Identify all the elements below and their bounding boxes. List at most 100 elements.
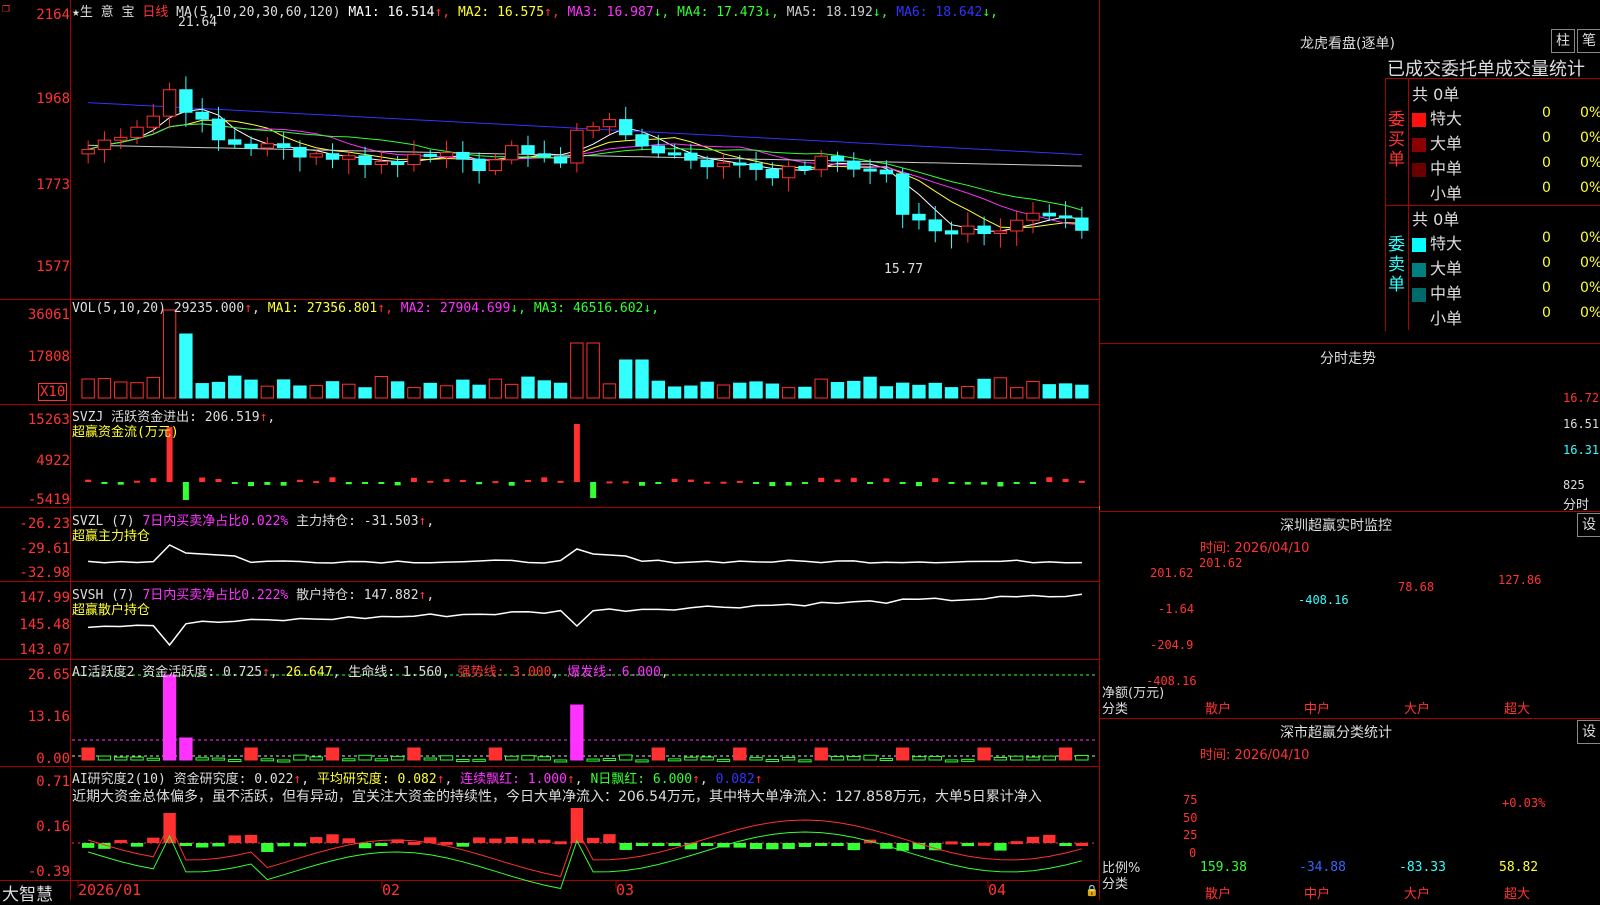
svzj-subtitle: 超赢资金流(万元) — [72, 425, 179, 440]
sell-row-count: 0 — [1542, 280, 1551, 296]
activity-bar — [456, 759, 470, 763]
money-flow-bar — [410, 477, 417, 482]
volume-bar — [733, 382, 747, 399]
price-y-label: 2164 — [36, 7, 70, 23]
candle-body — [456, 151, 470, 160]
activity-bar — [162, 674, 177, 761]
sz-monitor-settings-button[interactable]: 设 — [1577, 513, 1600, 537]
sz-classify-category-label: 分类 — [1102, 877, 1129, 892]
volume-bar — [1042, 384, 1056, 399]
ma-legend-item: MA4: 17.473 — [677, 5, 764, 20]
volume-bar — [244, 379, 258, 399]
ma-line — [87, 119, 1082, 229]
volume-bar — [635, 359, 649, 399]
research-bar — [847, 843, 860, 851]
money-flow-bar — [932, 478, 939, 482]
intraday-vol-label: 825 — [1563, 478, 1585, 492]
research-bar — [342, 838, 355, 843]
candle-body — [651, 145, 665, 154]
money-flow-bar — [671, 478, 678, 482]
money-flow-bar — [199, 477, 206, 482]
sz-classify-value: 58.82 — [1499, 860, 1539, 875]
research-bar — [994, 843, 1007, 851]
ma-legend-item: MA1: 16.514 — [348, 5, 435, 20]
buy-row-swatch — [1412, 137, 1426, 152]
volume-bar — [423, 382, 437, 399]
buy-row-pct: 0% — [1580, 105, 1600, 121]
sz-classify-settings-button[interactable]: 设 — [1577, 720, 1600, 744]
research-bar — [635, 843, 649, 846]
money-flow-bar — [785, 482, 792, 486]
volume-bar — [684, 385, 698, 399]
money-flow-bar — [1078, 480, 1085, 483]
tab-column[interactable]: 柱 — [1551, 29, 1575, 53]
buy-row-swatch — [1412, 187, 1426, 202]
svzj-y-label: 4922 — [36, 453, 70, 469]
tab-stroke[interactable]: 笔 — [1577, 29, 1600, 53]
volume-bar — [586, 342, 600, 399]
x-axis-label: 04 — [988, 881, 1007, 899]
period-label[interactable]: 日线 — [142, 5, 168, 20]
candle-body — [260, 143, 275, 149]
money-flow-bar — [508, 482, 515, 486]
buy-row-name: 小单 — [1430, 184, 1463, 203]
lock-icon[interactable]: 🔒 — [1085, 884, 1099, 897]
activity-bar — [146, 757, 160, 761]
activity-bar — [472, 758, 486, 762]
research-bar — [700, 843, 714, 846]
volume-bar — [928, 382, 942, 399]
buy-row-name: 中单 — [1430, 159, 1463, 178]
ai-research-avg: 平均研究度: 0.082 — [316, 772, 437, 787]
money-flow-bar — [394, 482, 401, 486]
money-flow-bar — [850, 477, 857, 482]
money-flow-bar — [1046, 477, 1053, 482]
ma-legend-item: MA3: 16.987 — [567, 5, 654, 20]
price-y-label: 1577 — [36, 259, 70, 275]
buy-row-count: 0 — [1542, 130, 1551, 146]
money-flow-bar — [590, 482, 597, 498]
svsh-subtitle: 超赢散户持仓 — [72, 603, 151, 618]
sell-row: 中单 0 0% — [1412, 280, 1600, 304]
research-bar — [961, 843, 975, 847]
volume-bar — [228, 375, 242, 399]
research-bar — [293, 843, 307, 847]
volume-y-label: 17808 — [27, 349, 70, 365]
money-flow-bar — [264, 482, 271, 485]
candle-body — [228, 139, 242, 145]
research-bar — [505, 836, 518, 843]
activity-bar — [847, 756, 861, 761]
sz-monitor-bar-value: 201.62 — [1199, 556, 1243, 570]
research-bar — [130, 843, 144, 847]
volume-bar — [81, 378, 95, 399]
kline-chart[interactable] — [0, 0, 1100, 900]
volume-unit-label: X10 — [38, 383, 68, 401]
activity-bar — [895, 747, 910, 761]
volume-bar — [765, 383, 780, 399]
sz-classify-category: 大户 — [1404, 887, 1431, 902]
candle-body — [830, 155, 845, 162]
research-bar — [831, 843, 844, 846]
activity-bar — [488, 747, 503, 761]
candle-body — [716, 162, 731, 168]
sell-row-pct: 0% — [1580, 305, 1600, 321]
ai-active-strong: 强势线: 3.000 — [457, 665, 552, 680]
ma-legend-items: MA1: 16.514↑, MA2: 16.575↑, MA3: 16.987↓… — [348, 5, 998, 20]
research-bar — [815, 843, 828, 846]
candle-body — [537, 153, 551, 158]
candle-body — [521, 145, 535, 155]
activity-bar — [830, 755, 845, 761]
activity-bar — [374, 758, 389, 762]
activity-bar — [293, 754, 307, 761]
activity-bar — [733, 747, 747, 761]
stock-name[interactable]: ★生 意 宝 — [72, 5, 134, 20]
research-bar — [586, 837, 600, 843]
x-axis-label: 03 — [616, 881, 635, 899]
volume-ma-legend-item: MA2: 27904.699 — [400, 301, 511, 316]
sell-group-text: 委卖单 — [1388, 235, 1405, 295]
money-flow-bar — [231, 482, 238, 484]
volume-bar — [195, 383, 209, 399]
volume-bar — [814, 378, 828, 399]
svsh-value: 散户持仓: 147.882 — [296, 588, 419, 603]
activity-bar — [667, 758, 682, 762]
sz-monitor-category-label: 分类 — [1102, 702, 1129, 717]
